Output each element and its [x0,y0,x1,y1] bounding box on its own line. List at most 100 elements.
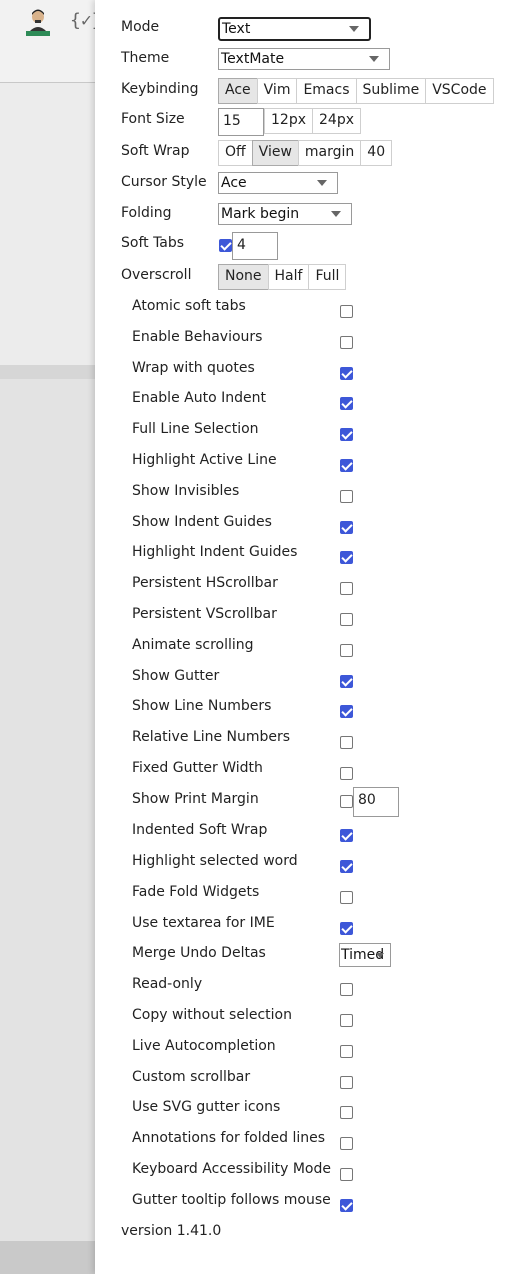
theme-select[interactable]: TextMate [218,48,390,70]
theme-value: TextMate [221,51,285,67]
option-row-keyboard-accessibility-mode: Keyboard Accessibility Mode [95,1159,508,1187]
chevron-down-icon [331,211,341,217]
keybinding-sublime-button[interactable]: Sublime [355,78,427,104]
option-checkbox[interactable] [340,1106,353,1119]
overscroll-half-button[interactable]: Half [267,264,310,290]
option-row-merge-undo-deltas: Merge Undo Deltas Timed [95,943,508,971]
keybinding-vim-button[interactable]: Vim [256,78,298,104]
option-row-show-line-numbers: Show Line Numbers [95,696,508,724]
option-label: Highlight selected word [132,853,298,869]
option-checkbox[interactable] [340,459,353,472]
print-margin-input[interactable]: 80 [353,787,399,817]
option-label: Live Autocompletion [132,1038,276,1054]
mode-select[interactable]: Text [218,17,371,41]
option-row-show-indent-guides: Show Indent Guides [95,512,508,540]
option-checkbox[interactable] [340,860,353,873]
option-label: Custom scrollbar [132,1069,251,1085]
soft-wrap-view-button[interactable]: View [251,140,299,166]
option-checkbox[interactable] [340,1137,353,1150]
font-size-input[interactable]: 15 [218,108,264,136]
option-checkbox[interactable] [340,891,353,904]
option-row-use-textarea-for-ime: Use textarea for IME [95,913,508,941]
option-checkbox[interactable] [340,922,353,935]
option-checkbox[interactable] [340,613,353,626]
option-label: Merge Undo Deltas [132,945,266,961]
font-size-12px-button[interactable]: 12px [264,108,313,134]
option-checkbox[interactable] [340,1014,353,1027]
option-label: Indented Soft Wrap [132,822,268,838]
option-checkbox[interactable] [340,397,353,410]
option-row-highlight-active-line: Highlight Active Line [95,450,508,478]
soft-wrap-40-button[interactable]: 40 [360,140,393,166]
folding-select[interactable]: Mark begin [218,203,352,225]
option-row-show-gutter: Show Gutter [95,666,508,694]
option-label: Highlight Active Line [132,452,277,468]
option-checkbox[interactable] [340,644,353,657]
version-text: version 1.41.0 [121,1223,222,1239]
option-checkbox[interactable] [340,736,353,749]
option-label: Enable Auto Indent [132,390,266,406]
soft-wrap-row: Soft Wrap Off View margin 40 [95,140,508,168]
cursor-style-select[interactable]: Ace [218,172,338,194]
option-checkbox[interactable] [340,521,353,534]
option-row-live-autocompletion: Live Autocompletion [95,1036,508,1064]
option-row-fade-fold-widgets: Fade Fold Widgets [95,882,508,910]
soft-tabs-checkbox[interactable] [219,239,232,252]
option-checkbox[interactable] [340,551,353,564]
option-checkbox[interactable] [340,305,353,318]
option-label: Full Line Selection [132,421,259,437]
option-checkbox[interactable] [340,367,353,380]
merge-undo-deltas-select[interactable]: Timed [339,943,391,967]
option-checkbox[interactable] [340,829,353,842]
option-checkbox[interactable] [340,428,353,441]
mode-row: Mode Text [95,16,508,44]
option-checkbox[interactable] [340,1168,353,1181]
option-checkbox[interactable] [340,705,353,718]
soft-tabs-row: Soft Tabs 4 [95,232,508,260]
cursor-style-row: Cursor Style Ace [95,171,508,199]
option-checkbox[interactable] [340,490,353,503]
option-checkbox[interactable] [340,1076,353,1089]
soft-tabs-input[interactable]: 4 [232,232,278,260]
option-checkbox[interactable] [340,767,353,780]
cursor-style-value: Ace [221,175,247,191]
option-label: Persistent VScrollbar [132,606,277,622]
option-checkbox[interactable] [340,983,353,996]
option-checkbox[interactable] [340,336,353,349]
user-avatar-icon[interactable] [24,6,52,36]
keybinding-buttons: Ace Vim Emacs Sublime VSCode [218,78,494,104]
option-checkbox[interactable] [340,1199,353,1212]
folding-row: Folding Mark begin [95,202,508,230]
option-checkbox[interactable] [340,675,353,688]
app-divider [0,365,95,379]
keybinding-vscode-button[interactable]: VSCode [425,78,494,104]
cursor-style-label: Cursor Style [121,174,207,190]
soft-tabs-label: Soft Tabs [121,235,185,251]
mode-label: Mode [121,19,160,35]
soft-wrap-margin-button[interactable]: margin [297,140,362,166]
option-row-indented-soft-wrap: Indented Soft Wrap [95,820,508,848]
option-checkbox[interactable] [340,582,353,595]
option-row-full-line-selection: Full Line Selection [95,419,508,447]
option-row-annotations-for-folded-lines: Annotations for folded lines [95,1128,508,1156]
soft-wrap-off-button[interactable]: Off [218,140,253,166]
option-checkbox[interactable] [340,795,353,808]
option-label: Fade Fold Widgets [132,884,260,900]
option-label: Wrap with quotes [132,360,255,376]
overscroll-row: Overscroll None Half Full [95,264,508,292]
overscroll-full-button[interactable]: Full [308,264,347,290]
overscroll-label: Overscroll [121,267,192,283]
option-row-atomic-soft-tabs: Atomic soft tabs [95,296,508,324]
option-row-show-print-margin: Show Print Margin 80 [95,787,508,817]
option-row-custom-scrollbar: Custom scrollbar [95,1067,508,1095]
font-size-24px-button[interactable]: 24px [312,108,361,134]
option-row-enable-behaviours: Enable Behaviours [95,327,508,355]
keybinding-emacs-button[interactable]: Emacs [296,78,357,104]
option-checkbox[interactable] [340,1045,353,1058]
option-label: Fixed Gutter Width [132,760,263,776]
option-label: Gutter tooltip follows mouse [132,1192,331,1208]
app-status-bar [0,1241,95,1274]
overscroll-none-button[interactable]: None [218,264,269,290]
keybinding-ace-button[interactable]: Ace [218,78,258,104]
folding-value: Mark begin [221,206,300,222]
